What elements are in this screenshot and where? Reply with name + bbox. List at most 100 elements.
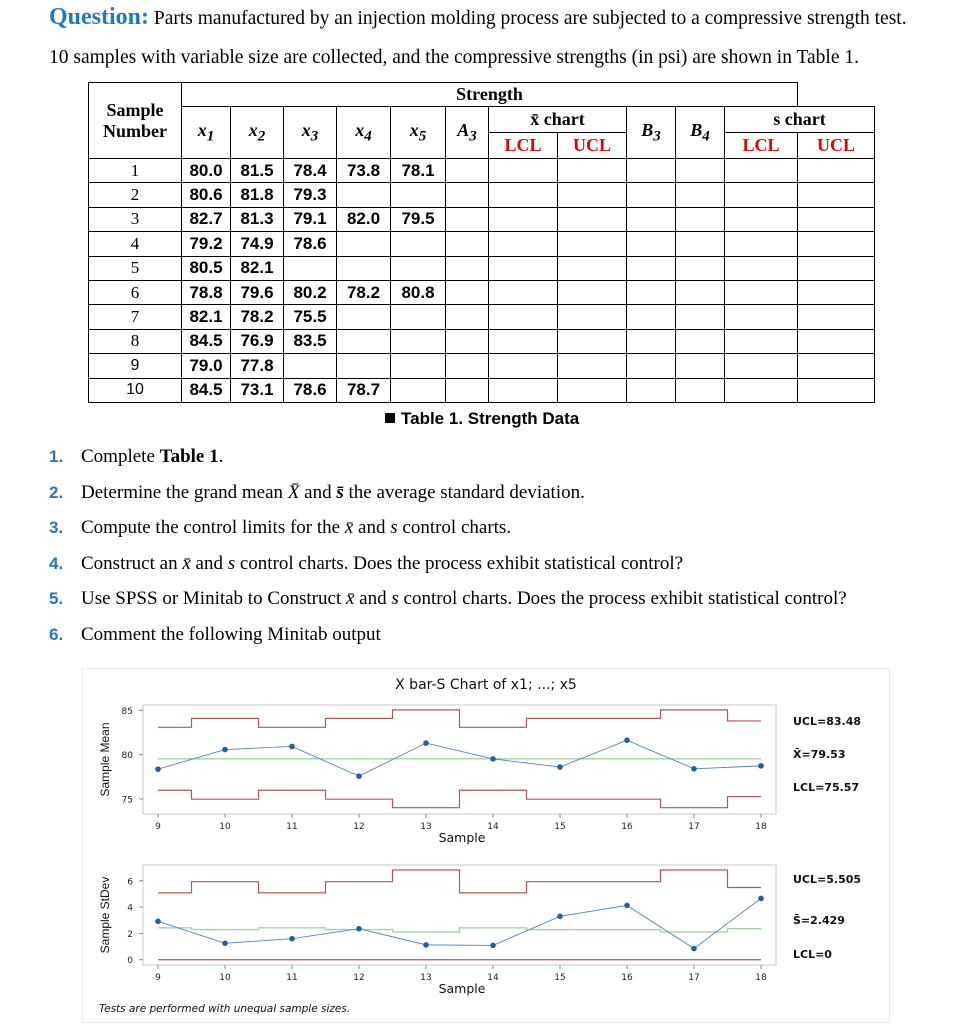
xbar-lcl-cell[interactable] <box>488 377 558 403</box>
measurement-cell-x4: 78.2 <box>336 279 391 306</box>
x-tick-label: 13 <box>420 973 431 983</box>
xbar-lcl-cell[interactable] <box>488 304 558 330</box>
x-tick-label: 15 <box>554 822 565 832</box>
b3-cell[interactable] <box>626 279 676 306</box>
a3-cell[interactable] <box>445 206 489 233</box>
xbar-ucl-cell[interactable] <box>557 255 627 281</box>
s-lcl-cell[interactable] <box>724 377 798 403</box>
table-row: 1 80.0 81.5 78.4 73.8 78.1 <box>88 157 875 184</box>
s-ucl-cell[interactable] <box>797 206 875 233</box>
xbar-ucl-cell[interactable] <box>557 328 627 355</box>
s-lcl-cell[interactable] <box>724 182 798 208</box>
b3-cell[interactable] <box>626 328 676 355</box>
xbar-ucl-cell[interactable] <box>557 279 627 306</box>
a3-cell[interactable] <box>445 157 489 184</box>
s-ucl-cell[interactable] <box>797 231 875 257</box>
a3-cell[interactable] <box>445 377 489 403</box>
xbar-s-chart-svg: 75 80 85 9 10 11 12 13 14 15 16 17 18 Sample Sample Me… <box>98 704 861 996</box>
b3-cell[interactable] <box>626 304 676 330</box>
s-lcl-cell[interactable] <box>724 255 798 281</box>
b3-cell[interactable] <box>626 206 676 233</box>
s-lcl-cell[interactable] <box>724 279 798 306</box>
sample-number-cell: 2 <box>88 182 182 208</box>
xbar-lcl-cell[interactable] <box>488 328 558 355</box>
s-ucl-cell[interactable] <box>797 182 875 208</box>
b4-cell[interactable] <box>675 279 725 306</box>
s-ucl-cell[interactable] <box>797 157 875 184</box>
s-ucl-cell[interactable] <box>797 328 875 355</box>
caption-text: Table 1. Strength Data <box>401 409 580 428</box>
xbar-lcl-cell[interactable] <box>488 255 558 281</box>
measurement-cell-x4: 78.7 <box>336 377 391 403</box>
b4-cell[interactable] <box>675 255 725 281</box>
measurement-cell-x1: 84.5 <box>181 328 231 355</box>
b3-cell[interactable] <box>626 182 676 208</box>
xbar-ucl-cell[interactable] <box>557 182 627 208</box>
xbar-lcl-cell[interactable] <box>488 231 558 257</box>
s-lcl-cell[interactable] <box>724 328 798 355</box>
xbar-lcl-header: LCL <box>488 132 558 159</box>
task-item: 2. Determine the grand mean X̄̄ and s̄ th… <box>49 482 847 518</box>
a3-cell[interactable] <box>445 279 489 306</box>
xbar-ucl-cell[interactable] <box>557 377 627 403</box>
a3-cell[interactable] <box>445 328 489 355</box>
table-row: 9 79.0 77.8 <box>88 353 875 379</box>
ucl-line <box>158 869 761 894</box>
s-lcl-cell[interactable] <box>724 353 798 379</box>
a3-cell[interactable] <box>445 255 489 281</box>
xbar-lcl-cell[interactable] <box>488 279 558 306</box>
xbar-ucl-cell[interactable] <box>557 304 627 330</box>
xbar-ucl-cell[interactable] <box>557 206 627 233</box>
series-line <box>157 898 762 950</box>
sample-number-header: Sample Number <box>88 82 182 159</box>
s-ucl-cell[interactable] <box>797 255 875 281</box>
data-point <box>423 740 429 746</box>
col-x1: x1 <box>181 106 231 159</box>
s-ucl-cell[interactable] <box>797 353 875 379</box>
sample-number-cell: 4 <box>88 231 182 257</box>
measurement-cell-x1: 84.5 <box>181 377 231 403</box>
s-lcl-cell[interactable] <box>724 206 798 233</box>
xbar-lcl-cell[interactable] <box>488 353 558 379</box>
b4-cell[interactable] <box>675 157 725 184</box>
a3-cell[interactable] <box>445 231 489 257</box>
b4-cell[interactable] <box>675 206 725 233</box>
b4-cell[interactable] <box>675 304 725 330</box>
y-tick-label: 75 <box>122 795 133 805</box>
task-text: and <box>299 481 337 503</box>
xbar-lcl-cell[interactable] <box>488 206 558 233</box>
s-lcl-cell[interactable] <box>724 231 798 257</box>
s-lcl-cell[interactable] <box>724 157 798 184</box>
b3-cell[interactable] <box>626 353 676 379</box>
measurement-cell-x4 <box>336 304 391 330</box>
table-row: 10 84.5 73.1 78.6 78.7 <box>88 377 875 403</box>
b4-cell[interactable] <box>675 377 725 403</box>
a3-cell[interactable] <box>445 304 489 330</box>
s-ucl-cell[interactable] <box>797 304 875 330</box>
b4-cell[interactable] <box>675 328 725 355</box>
a3-cell[interactable] <box>445 353 489 379</box>
b3-cell[interactable] <box>626 377 676 403</box>
s-lcl-cell[interactable] <box>724 304 798 330</box>
x-tick-label: 13 <box>420 822 431 832</box>
s-ucl-cell[interactable] <box>797 377 875 403</box>
b4-cell[interactable] <box>675 231 725 257</box>
a3-cell[interactable] <box>445 182 489 208</box>
xbar-ucl-cell[interactable] <box>557 231 627 257</box>
data-point <box>624 737 630 743</box>
b3-cell[interactable] <box>626 255 676 281</box>
b4-cell[interactable] <box>675 353 725 379</box>
data-point <box>155 766 161 772</box>
xbar-lcl-cell[interactable] <box>488 157 558 184</box>
b3-cell[interactable] <box>626 231 676 257</box>
xbar-ucl-cell[interactable] <box>557 157 627 184</box>
data-point <box>557 913 563 920</box>
xbar-ucl-cell[interactable] <box>557 353 627 379</box>
s-ucl-cell[interactable] <box>797 279 875 306</box>
b3-cell[interactable] <box>626 157 676 184</box>
sample-number-cell: 7 <box>88 304 182 330</box>
xbar-lcl-cell[interactable] <box>488 182 558 208</box>
x-tick-label: 9 <box>155 822 161 832</box>
measurement-cell-x2: 79.6 <box>230 279 284 306</box>
b4-cell[interactable] <box>675 182 725 208</box>
